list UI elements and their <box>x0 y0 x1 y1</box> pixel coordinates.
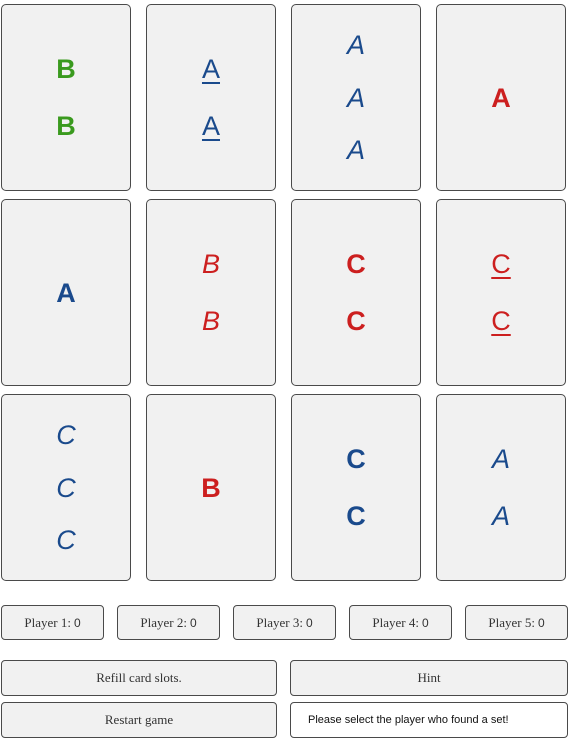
restart-game-button[interactable]: Restart game <box>1 702 277 738</box>
card-8[interactable]: CC <box>436 199 566 386</box>
refill-card-slots-button[interactable]: Refill card slots. <box>1 660 277 696</box>
card-11-symbol: C <box>346 443 366 474</box>
card-6[interactable]: BB <box>146 199 276 386</box>
restart-label: Restart game <box>104 712 174 727</box>
player-3-score: 0 <box>305 615 313 630</box>
card-9-symbol: C <box>56 472 76 503</box>
set-game-board: BB AA AAA A A BB CC CC CCC B CC AA Playe… <box>0 0 568 740</box>
player-1-label: Player 1: <box>24 614 71 630</box>
card-3-symbol: A <box>346 82 365 113</box>
player-2-button[interactable]: Player 2: 0 <box>117 605 220 640</box>
player-5-button[interactable]: Player 5: 0 <box>465 605 568 640</box>
card-7[interactable]: CC <box>291 199 421 386</box>
card-3[interactable]: AAA <box>291 4 421 191</box>
card-2-symbol: A <box>201 53 220 84</box>
card-2-symbol: A <box>201 111 220 142</box>
refill-label: Refill card slots. <box>96 670 182 685</box>
card-9-symbol: C <box>56 420 76 451</box>
player-2-score: 0 <box>189 615 197 630</box>
player-3-button[interactable]: Player 3: 0 <box>233 605 336 640</box>
card-3-symbol: A <box>346 134 365 165</box>
card-10-symbol: B <box>201 472 221 503</box>
card-8-symbol: C <box>491 248 511 279</box>
card-12-symbol: A <box>491 443 510 474</box>
card-4-symbol: A <box>491 82 511 113</box>
card-3-symbol: A <box>346 30 365 61</box>
card-7-symbol: C <box>346 248 366 279</box>
card-11[interactable]: CC <box>291 394 421 581</box>
status-text: Please select the player who found a set… <box>308 714 509 726</box>
card-11-symbol: C <box>346 501 366 532</box>
card-8-symbol: C <box>491 306 511 337</box>
card-2[interactable]: AA <box>146 4 276 191</box>
card-12[interactable]: AA <box>436 394 566 581</box>
hint-button[interactable]: Hint <box>290 660 568 696</box>
card-12-symbol: A <box>491 501 510 532</box>
player-5-score: 0 <box>537 615 545 630</box>
card-1-symbol: B <box>56 53 76 84</box>
player-4-button[interactable]: Player 4: 0 <box>349 605 452 640</box>
player-1-score: 0 <box>73 615 81 630</box>
card-9[interactable]: CCC <box>1 394 131 581</box>
card-5[interactable]: A <box>1 199 131 386</box>
card-6-symbol: B <box>201 306 220 337</box>
card-1-symbol: B <box>56 111 76 142</box>
player-3-label: Player 3: <box>256 614 303 630</box>
player-5-label: Player 5: <box>488 614 535 630</box>
card-1[interactable]: BB <box>1 4 131 191</box>
player-1-button[interactable]: Player 1: 0 <box>1 605 104 640</box>
player-4-label: Player 4: <box>372 614 419 630</box>
card-10[interactable]: B <box>146 394 276 581</box>
card-7-symbol: C <box>346 306 366 337</box>
hint-label: Hint <box>417 670 441 685</box>
card-5-symbol: A <box>56 277 76 308</box>
status-message: Please select the player who found a set… <box>290 702 568 738</box>
card-4[interactable]: A <box>436 4 566 191</box>
card-6-symbol: B <box>201 248 220 279</box>
player-2-label: Player 2: <box>140 614 187 630</box>
player-4-score: 0 <box>421 615 429 630</box>
card-9-symbol: C <box>56 524 76 555</box>
